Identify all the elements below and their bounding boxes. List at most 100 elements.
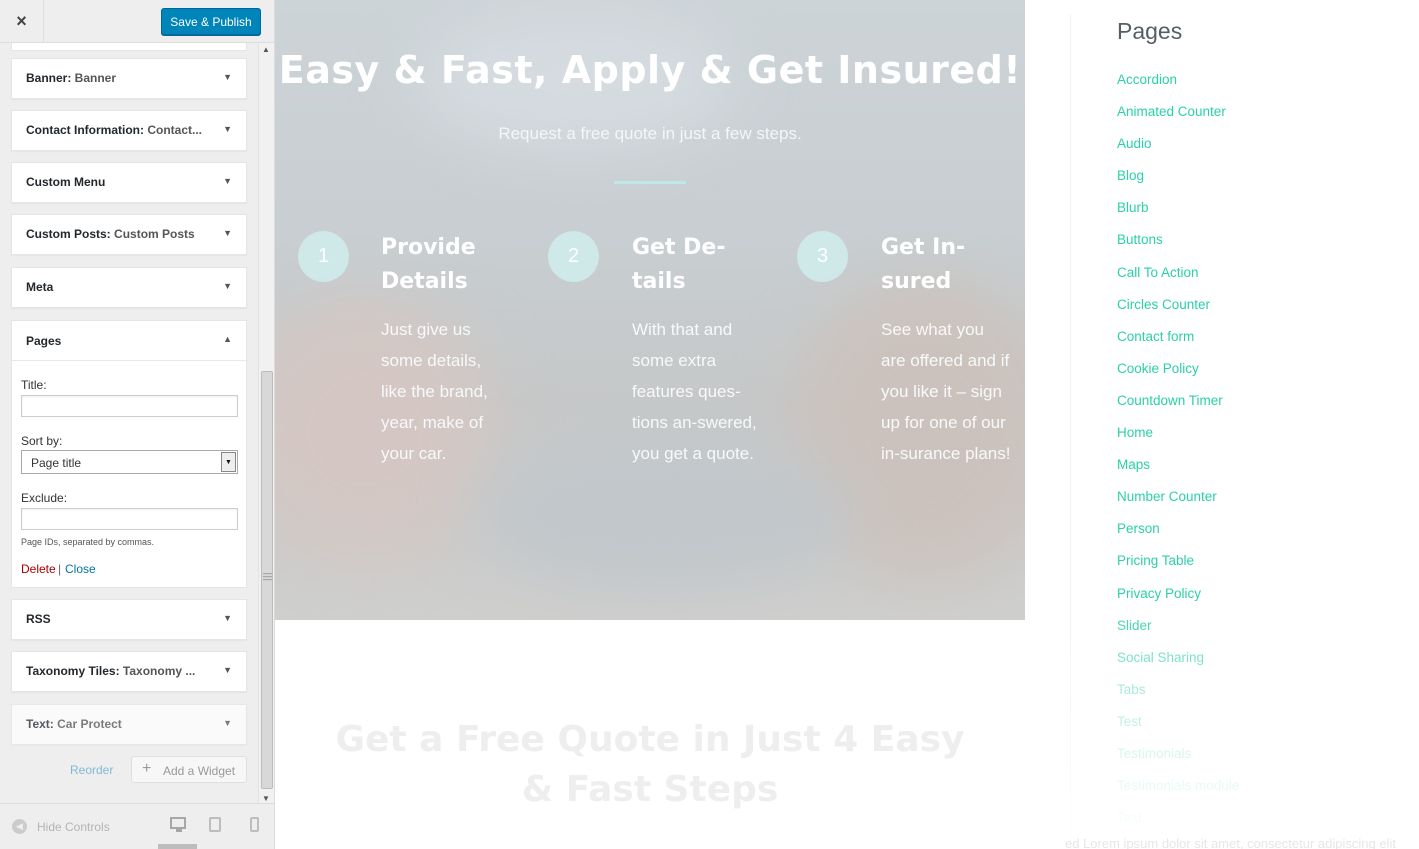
title-input[interactable] bbox=[21, 395, 238, 417]
page-list-item: Animated Counter bbox=[1117, 104, 1239, 136]
widget-taxonomy-tiles[interactable]: Taxonomy Tiles: Taxonomy ... ▼ bbox=[11, 651, 247, 692]
expand-arrow-icon[interactable]: ▼ bbox=[223, 72, 232, 82]
widget-name: Contact Information: bbox=[26, 123, 144, 137]
page-link[interactable]: Contact form bbox=[1117, 329, 1194, 344]
page-link[interactable]: Social Sharing bbox=[1117, 650, 1204, 665]
column-divider bbox=[1070, 14, 1071, 849]
scroll-up-arrow-icon[interactable]: ▲ bbox=[262, 45, 270, 54]
dropdown-arrow-icon[interactable]: ▼ bbox=[221, 452, 236, 472]
active-device-indicator bbox=[158, 844, 197, 849]
pages-widget-heading: Pages bbox=[1117, 18, 1183, 44]
page-link[interactable]: Accordion bbox=[1117, 72, 1177, 87]
widget-subtitle: Car Protect bbox=[53, 717, 122, 731]
sort-by-select[interactable]: Page title ▼ bbox=[21, 450, 238, 474]
step-title: Get De-tails bbox=[632, 235, 726, 294]
expand-arrow-icon[interactable]: ▼ bbox=[223, 718, 232, 728]
page-list-item: Pricing Table bbox=[1117, 553, 1239, 585]
customizer-footer: ◀ Hide Controls bbox=[0, 803, 274, 849]
page-link[interactable]: Testimonials bbox=[1117, 746, 1191, 761]
add-widget-button[interactable]: + Add a Widget bbox=[131, 756, 247, 783]
widget-name: Meta bbox=[26, 280, 54, 294]
page-link[interactable]: Call To Action bbox=[1117, 265, 1199, 280]
save-publish-button[interactable]: Save & Publish bbox=[161, 8, 261, 35]
close-customizer-button[interactable]: × bbox=[0, 0, 44, 43]
page-link[interactable]: Countdown Timer bbox=[1117, 393, 1223, 408]
mobile-preview-icon[interactable] bbox=[250, 817, 259, 832]
expand-arrow-icon[interactable]: ▼ bbox=[223, 613, 232, 623]
expand-arrow-icon[interactable]: ▼ bbox=[223, 124, 232, 134]
hide-controls-button[interactable]: Hide Controls bbox=[37, 820, 110, 834]
scrollbar-thumb[interactable]: — — — bbox=[261, 371, 273, 789]
cut-off-text: ed Lorem ipsum dolor sit amet, consectet… bbox=[1065, 836, 1396, 849]
desktop-preview-icon[interactable] bbox=[170, 817, 186, 832]
widget-custom-posts[interactable]: Custom Posts: Custom Posts ▼ bbox=[11, 214, 247, 255]
step-title: Provide Details bbox=[381, 235, 476, 294]
page-link[interactable]: Number Counter bbox=[1117, 489, 1217, 504]
page-list-item: Person bbox=[1117, 521, 1239, 553]
plus-icon: + bbox=[142, 760, 152, 777]
page-list-item: Blurb bbox=[1117, 200, 1239, 232]
expand-arrow-icon[interactable]: ▼ bbox=[223, 228, 232, 238]
link-separator: | bbox=[58, 562, 62, 576]
expand-arrow-icon[interactable]: ▼ bbox=[223, 665, 232, 675]
widget-pages-header[interactable]: Pages ▲ bbox=[12, 321, 246, 361]
widget-custom-menu[interactable]: Custom Menu ▼ bbox=[11, 162, 247, 203]
page-link[interactable]: Blurb bbox=[1117, 200, 1149, 215]
widget-subtitle: Contact... bbox=[144, 123, 203, 137]
page-link[interactable]: Testimonials module bbox=[1117, 778, 1239, 793]
page-link[interactable]: Maps bbox=[1117, 457, 1150, 472]
customizer-sidebar: × Save & Publish Banner: Banner ▼ Contac… bbox=[0, 0, 275, 849]
sort-by-label: Sort by: bbox=[21, 434, 63, 448]
hero-divider bbox=[614, 181, 686, 184]
pages-list: Accordion Animated Counter Audio Blog Blurb B… bbox=[1117, 72, 1239, 842]
page-link[interactable]: Home bbox=[1117, 425, 1153, 440]
hero-subtitle: Request a free quote in just a few steps… bbox=[498, 124, 802, 143]
page-link[interactable]: Person bbox=[1117, 521, 1160, 536]
reorder-link[interactable]: Reorder bbox=[70, 763, 113, 777]
page-list-item: Cookie Policy bbox=[1117, 361, 1239, 393]
widget-name: Custom Posts: bbox=[26, 227, 111, 241]
page-link[interactable]: Privacy Policy bbox=[1117, 586, 1201, 601]
page-list-item: Number Counter bbox=[1117, 489, 1239, 521]
page-link[interactable]: Test bbox=[1117, 714, 1142, 729]
exclude-input[interactable] bbox=[21, 508, 238, 530]
widget-name: Banner: bbox=[26, 71, 72, 85]
page-link[interactable]: Circles Counter bbox=[1117, 297, 1210, 312]
page-link[interactable]: Blog bbox=[1117, 168, 1144, 183]
page-link[interactable]: Animated Counter bbox=[1117, 104, 1226, 119]
widget-pages-expanded: Pages ▲ Title: Sort by: Page title ▼ Exc… bbox=[11, 320, 247, 588]
collapse-arrow-icon[interactable]: ▲ bbox=[223, 334, 232, 344]
page-link[interactable]: Buttons bbox=[1117, 232, 1163, 247]
widget-subtitle: Taxonomy ... bbox=[119, 664, 196, 678]
delete-widget-link[interactable]: Delete bbox=[21, 562, 56, 576]
page-list-item: Social Sharing bbox=[1117, 650, 1239, 682]
page-link[interactable]: Pricing Table bbox=[1117, 553, 1194, 568]
widget-subtitle: Custom Posts bbox=[110, 227, 195, 241]
page-list-item: Slider bbox=[1117, 618, 1239, 650]
close-widget-link[interactable]: Close bbox=[65, 562, 96, 576]
page-list-item: Call To Action bbox=[1117, 265, 1239, 297]
page-link[interactable]: Slider bbox=[1117, 618, 1152, 633]
page-list-item: Audio bbox=[1117, 136, 1239, 168]
widget-meta[interactable]: Meta ▼ bbox=[11, 267, 247, 308]
expand-arrow-icon[interactable]: ▼ bbox=[223, 281, 232, 291]
collapse-arrow-icon[interactable]: ◀ bbox=[12, 819, 27, 834]
grip-icon: — — — bbox=[263, 568, 272, 584]
widget-banner[interactable]: Banner: Banner ▼ bbox=[11, 58, 247, 99]
hero-section: Easy & Fast, Apply & Get Insured! Reques… bbox=[275, 0, 1025, 620]
widget-partial bbox=[11, 43, 247, 51]
scroll-down-arrow-icon[interactable]: ▼ bbox=[262, 794, 270, 803]
page-link[interactable]: Cookie Policy bbox=[1117, 361, 1199, 376]
page-list-item: Testimonials module bbox=[1117, 778, 1239, 810]
page-link[interactable]: Tabs bbox=[1117, 682, 1146, 697]
sidebar-scrollbar[interactable]: ▲ — — — ▼ bbox=[258, 43, 274, 803]
page-list-item: Countdown Timer bbox=[1117, 393, 1239, 425]
page-link[interactable]: Text bbox=[1117, 810, 1142, 825]
widget-rss[interactable]: RSS ▼ bbox=[11, 599, 247, 640]
tablet-preview-icon[interactable] bbox=[209, 817, 221, 832]
widget-contact-information[interactable]: Contact Information: Contact... ▼ bbox=[11, 110, 247, 151]
page-link[interactable]: Audio bbox=[1117, 136, 1152, 151]
page-list-item: Tabs bbox=[1117, 682, 1239, 714]
widget-text[interactable]: Text: Car Protect ▼ bbox=[11, 704, 247, 745]
expand-arrow-icon[interactable]: ▼ bbox=[223, 176, 232, 186]
